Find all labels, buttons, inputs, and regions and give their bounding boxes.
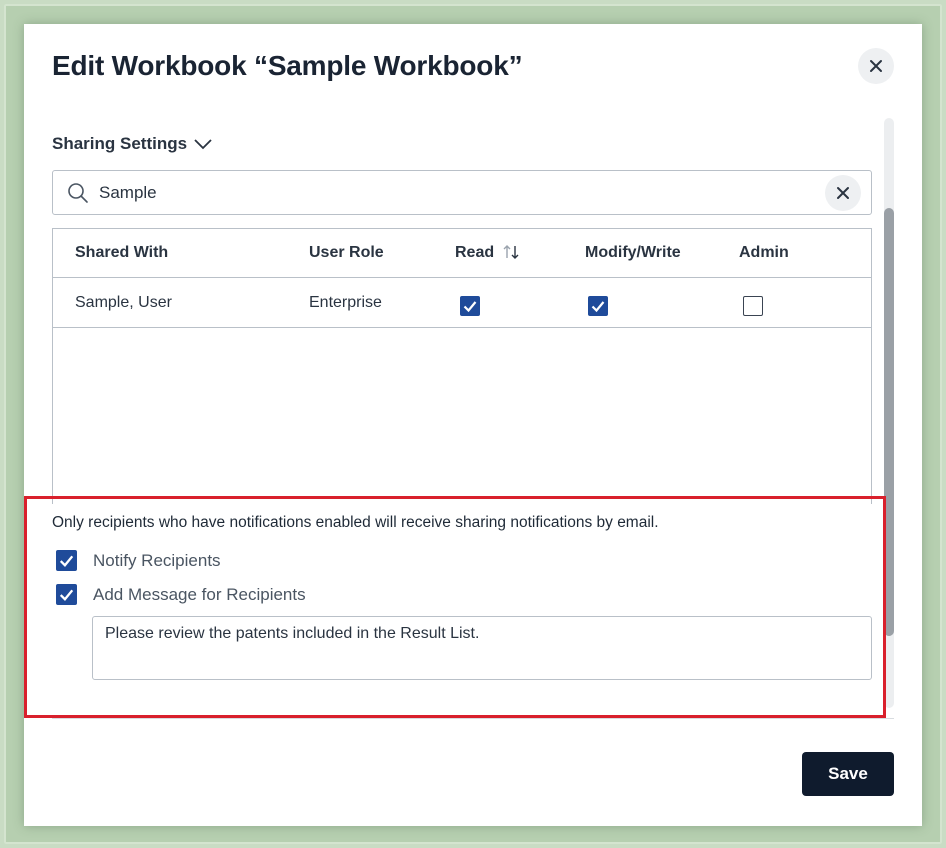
sharing-settings-label: Sharing Settings [52, 134, 188, 153]
modify-write-checkbox[interactable] [588, 296, 608, 316]
search-field [52, 170, 872, 215]
header-modify-write[interactable]: Modify/Write [585, 244, 681, 262]
add-message-checkbox[interactable] [56, 584, 77, 605]
checkmark-icon [59, 555, 74, 567]
close-icon [837, 187, 849, 199]
close-button[interactable] [858, 48, 894, 84]
checkmark-icon [463, 301, 477, 313]
header-user-role[interactable]: User Role [309, 244, 384, 262]
header-shared-with[interactable]: Shared With [75, 244, 168, 262]
notify-recipients-checkbox[interactable] [56, 550, 77, 571]
dialog-title: Edit Workbook “Sample Workbook” [52, 50, 523, 81]
sort-icon[interactable] [502, 244, 520, 260]
message-textarea[interactable]: Please review the patents included in th… [92, 616, 872, 680]
add-message-option[interactable]: Add Message for Recipients [56, 584, 306, 605]
notification-notice: Only recipients who have notifications e… [52, 514, 659, 531]
read-checkbox[interactable] [460, 296, 480, 316]
edit-workbook-dialog: Edit Workbook “Sample Workbook” Sharing … [24, 24, 922, 826]
shared-with-table: Shared With User Role Read Modify/Write … [52, 228, 872, 504]
close-icon [870, 60, 882, 72]
save-button[interactable]: Save [802, 752, 894, 796]
cell-user-role: Enterprise [309, 294, 382, 311]
checkmark-icon [59, 589, 74, 601]
notify-recipients-label: Notify Recipients [93, 550, 221, 570]
checkmark-icon [591, 301, 605, 313]
header-read-label: Read [455, 244, 495, 261]
table-header-row: Shared With User Role Read Modify/Write … [53, 229, 871, 278]
header-admin[interactable]: Admin [739, 244, 789, 262]
search-icon [68, 183, 88, 203]
add-message-label: Add Message for Recipients [93, 584, 306, 604]
message-text: Please review the patents included in th… [105, 625, 480, 642]
footer-divider [52, 718, 894, 719]
notify-recipients-option[interactable]: Notify Recipients [56, 550, 221, 571]
header-read[interactable]: Read [455, 244, 520, 262]
table-row: Sample, User Enterprise [53, 278, 871, 328]
chevron-down-icon [194, 139, 212, 150]
admin-checkbox[interactable] [743, 296, 763, 316]
cell-shared-with: Sample, User [75, 294, 172, 311]
clear-search-button[interactable] [825, 175, 861, 211]
sharing-settings-toggle[interactable]: Sharing Settings [52, 134, 213, 154]
search-input[interactable] [99, 179, 799, 207]
